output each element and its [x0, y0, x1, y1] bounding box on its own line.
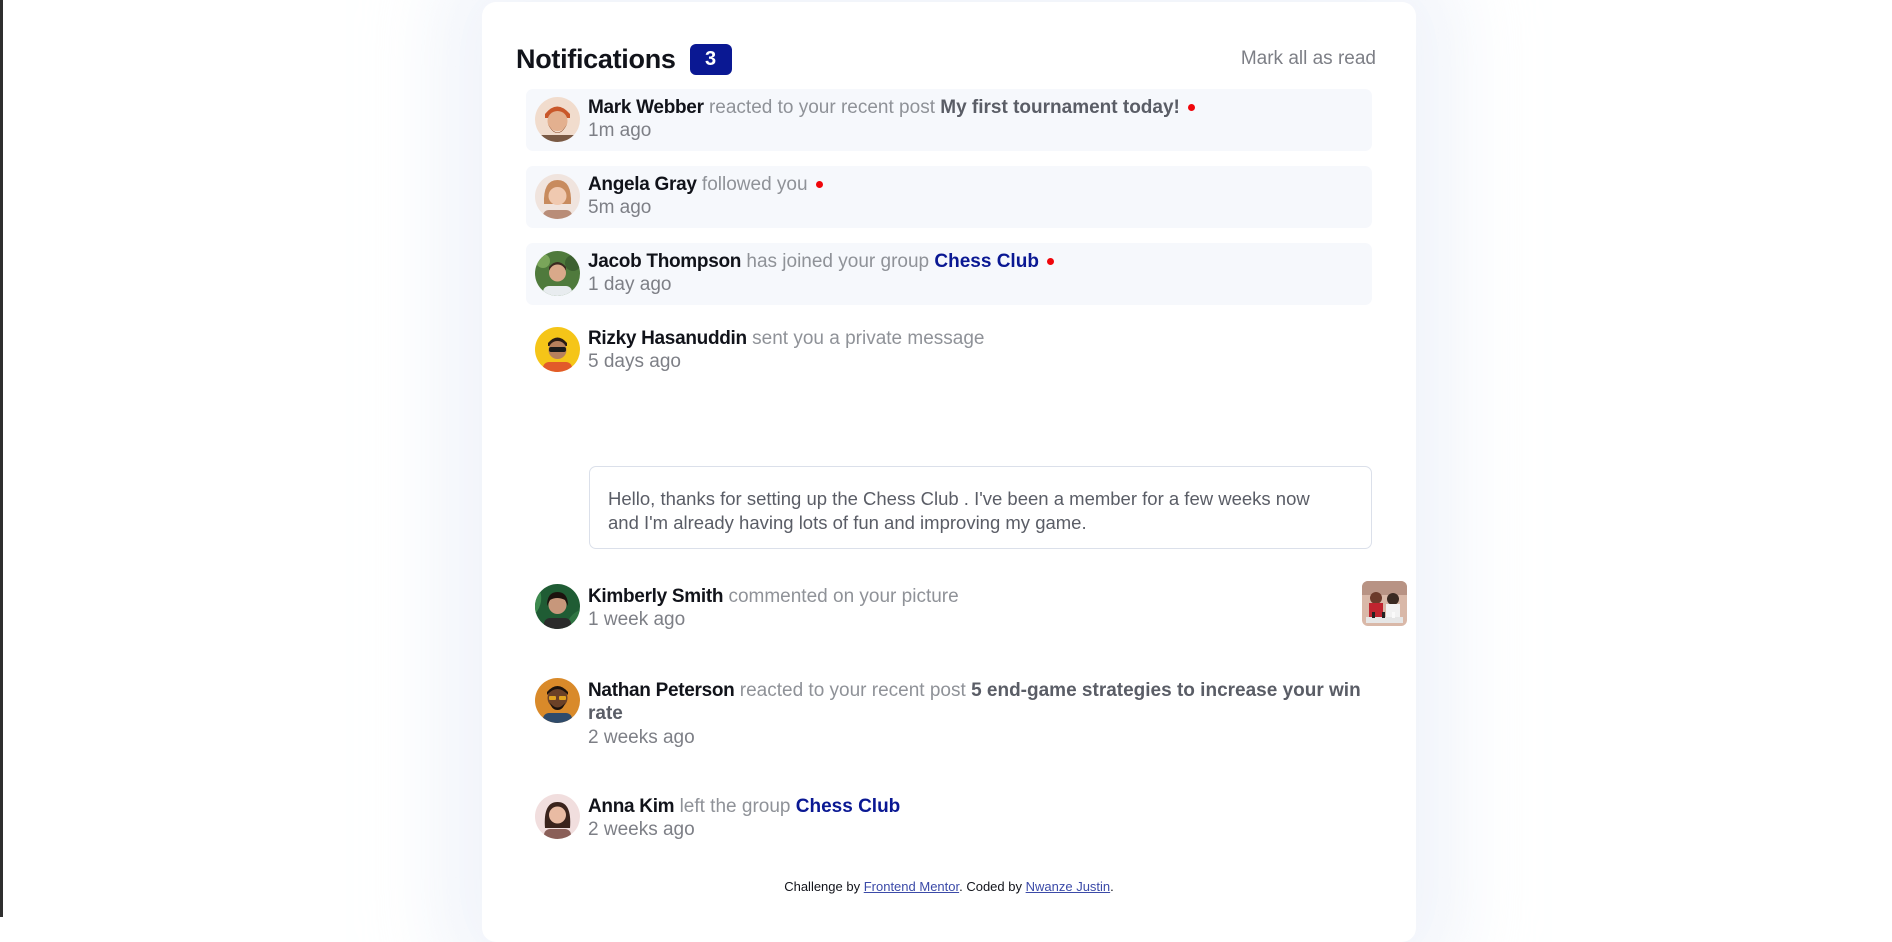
unread-dot-icon: [1187, 104, 1195, 111]
notification-action: reacted to your recent post: [708, 97, 935, 118]
notification-item[interactable]: Mark Webber reacted to your recent post …: [526, 89, 1372, 151]
notification-action: followed you: [701, 174, 808, 195]
notification-action: sent you a private message: [752, 328, 985, 349]
notification-item[interactable]: Anna Kim left the group Chess Club 2 wee…: [526, 788, 1372, 850]
user-name[interactable]: Nathan Peterson: [588, 680, 735, 701]
coded-prefix: . Coded by: [959, 879, 1022, 894]
notification-time: 5m ago: [588, 197, 652, 218]
nathan-peterson-avatar[interactable]: [535, 678, 580, 723]
frontend-mentor-link[interactable]: Frontend Mentor: [864, 879, 959, 894]
notification-time: 1m ago: [588, 120, 652, 141]
page-title: Notifications: [516, 43, 676, 74]
notification-time: 1 day ago: [588, 274, 672, 295]
footer-suffix: .: [1110, 879, 1114, 894]
mark-all-read-button[interactable]: Mark all as read: [1241, 48, 1376, 70]
group-link[interactable]: Chess Club: [796, 796, 901, 817]
notification-time: 2 weeks ago: [588, 727, 695, 748]
notification-time: 2 weeks ago: [588, 819, 695, 840]
notification-item[interactable]: Rizky Hasanuddin sent you a private mess…: [526, 320, 1372, 450]
anna-kim-avatar[interactable]: [535, 794, 580, 839]
unread-dot-icon: [1046, 258, 1054, 265]
notification-action: left the group: [679, 796, 791, 817]
notifications-card: Notifications 3 Mark all as read Mark We…: [482, 2, 1416, 942]
user-name[interactable]: Rizky Hasanuddin: [588, 328, 747, 349]
group-link[interactable]: Chess Club: [934, 251, 1039, 272]
commented-picture-thumbnail[interactable]: [1362, 581, 1407, 626]
notification-time: 1 week ago: [588, 609, 686, 630]
kimberly-smith-avatar[interactable]: [535, 584, 580, 629]
challenge-prefix: Challenge by: [784, 879, 861, 894]
notification-item[interactable]: Nathan Peterson reacted to your recent p…: [526, 672, 1372, 757]
user-name[interactable]: Kimberly Smith: [588, 586, 723, 607]
notification-text: Nathan Peterson reacted to your recent p…: [588, 679, 1368, 725]
notification-item[interactable]: Angela Gray followed you 5m ago: [526, 166, 1372, 228]
user-name[interactable]: Jacob Thompson: [588, 251, 741, 272]
notification-action: commented on your picture: [728, 586, 959, 607]
header: Notifications 3 Mark all as read: [516, 40, 1376, 78]
notification-item[interactable]: Kimberly Smith commented on your picture…: [526, 578, 1407, 640]
user-name[interactable]: Mark Webber: [588, 97, 704, 118]
notification-text: Mark Webber reacted to your recent post …: [588, 96, 1195, 119]
attribution-footer: Challenge by Frontend Mentor. Coded by N…: [482, 879, 1416, 894]
notification-item[interactable]: Jacob Thompson has joined your group Che…: [526, 243, 1372, 305]
user-name[interactable]: Anna Kim: [588, 796, 675, 817]
user-name[interactable]: Angela Gray: [588, 174, 697, 195]
notification-time: 5 days ago: [588, 351, 681, 372]
unread-count-badge: 3: [689, 43, 732, 75]
rizky-hasanuddin-avatar[interactable]: [535, 327, 580, 372]
notification-text: Rizky Hasanuddin sent you a private mess…: [588, 327, 984, 350]
mark-webber-avatar[interactable]: [535, 97, 580, 142]
unread-dot-icon: [815, 181, 823, 188]
notification-text: Kimberly Smith commented on your picture: [588, 585, 959, 608]
notification-text: Jacob Thompson has joined your group Che…: [588, 250, 1054, 273]
window-edge: [0, 0, 3, 917]
private-message[interactable]: Hello, thanks for setting up the Chess C…: [589, 466, 1372, 549]
notification-action: reacted to your recent post: [739, 680, 966, 701]
notification-text: Angela Gray followed you: [588, 173, 823, 196]
angela-gray-avatar[interactable]: [535, 174, 580, 219]
post-link[interactable]: My first tournament today!: [940, 97, 1180, 118]
notification-text: Anna Kim left the group Chess Club: [588, 795, 900, 818]
notification-action: has joined your group: [746, 251, 930, 272]
jacob-thompson-avatar[interactable]: [535, 251, 580, 296]
author-link[interactable]: Nwanze Justin: [1026, 879, 1111, 894]
